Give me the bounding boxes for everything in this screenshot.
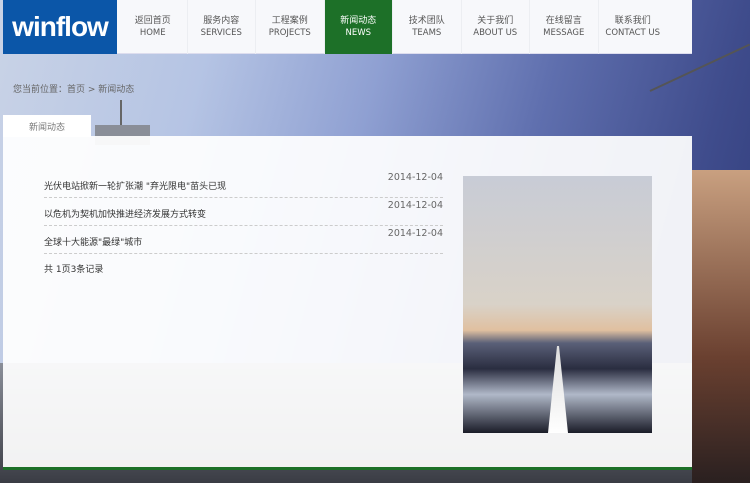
nav-label-en: PROJECTS — [268, 28, 311, 38]
nav-home[interactable]: 返回首页 HOME — [119, 0, 188, 54]
breadcrumb-separator: > — [85, 85, 99, 95]
nav-projects[interactable]: 工程案例 PROJECTS — [256, 0, 325, 54]
list-item: 光伏电站掀新一轮扩张潮 "弃光限电"苗头已现 2014-12-04 — [44, 170, 443, 198]
logo[interactable]: winflow — [3, 0, 117, 54]
background-building — [692, 170, 750, 483]
breadcrumb-current: 新闻动态 — [98, 85, 135, 95]
breadcrumb: 您当前位置：首页 > 新闻动态 — [13, 82, 134, 95]
news-title-link[interactable]: 以危机为契机加快推进经济发展方式转变 — [44, 207, 206, 220]
nav-services[interactable]: 服务内容 SERVICES — [188, 0, 256, 54]
main-nav: 返回首页 HOME 服务内容 SERVICES 工程案例 PROJECTS 新闻动态 N… — [119, 0, 668, 54]
news-date: 2014-12-04 — [387, 172, 443, 183]
nav-label-en: HOME — [139, 28, 166, 38]
nav-message[interactable]: 在线留言 MESSAGE — [530, 0, 599, 54]
nav-label: 技术团队 — [408, 16, 445, 26]
nav-label: 新闻动态 — [340, 16, 377, 26]
background-tower — [120, 100, 122, 128]
nav-news[interactable]: 新闻动态 NEWS — [324, 0, 393, 54]
nav-teams[interactable]: 技术团队 TEAMS — [393, 0, 462, 54]
tab-news[interactable]: 新闻动态 — [3, 115, 91, 137]
nav-about[interactable]: 关于我们 ABOUT US — [462, 0, 530, 54]
header: winflow 返回首页 HOME 服务内容 SERVICES 工程案例 PROJEC… — [3, 0, 692, 54]
nav-label-en: MESSAGE — [543, 28, 585, 38]
nav-label-en: ABOUT US — [473, 28, 518, 38]
nav-label: 关于我们 — [477, 16, 514, 26]
nav-label-en: TEAMS — [412, 28, 442, 38]
breadcrumb-prefix: 您当前位置： — [13, 85, 68, 95]
image-rail-track — [548, 346, 568, 433]
list-item: 以危机为契机加快推进经济发展方式转变 2014-12-04 — [44, 198, 443, 226]
list-item: 全球十大能源"最绿"城市 2014-12-04 — [44, 226, 443, 254]
news-title-link[interactable]: 光伏电站掀新一轮扩张潮 "弃光限电"苗头已现 — [44, 179, 226, 192]
nav-label-en: SERVICES — [200, 28, 242, 38]
news-date: 2014-12-04 — [387, 200, 443, 211]
nav-label-en: NEWS — [345, 28, 372, 38]
nav-label: 在线留言 — [545, 16, 582, 26]
nav-label: 返回首页 — [134, 16, 171, 26]
news-list: 光伏电站掀新一轮扩张潮 "弃光限电"苗头已现 2014-12-04 以危机为契机加… — [44, 170, 443, 275]
pagination-info: 共 1页3条记录 — [44, 265, 104, 275]
nav-label: 服务内容 — [203, 16, 240, 26]
content-panel: 光伏电站掀新一轮扩张潮 "弃光限电"苗头已现 2014-12-04 以危机为契机加… — [3, 136, 692, 470]
news-side-image — [463, 176, 652, 433]
breadcrumb-home-link[interactable]: 首页 — [67, 85, 85, 95]
news-date: 2014-12-04 — [387, 228, 443, 239]
nav-label: 工程案例 — [271, 16, 308, 26]
news-title-link[interactable]: 全球十大能源"最绿"城市 — [44, 235, 142, 248]
nav-label-en: CONTACT US — [605, 28, 661, 38]
nav-contact[interactable]: 联系我们 CONTACT US — [599, 0, 668, 54]
nav-label: 联系我们 — [614, 16, 651, 26]
